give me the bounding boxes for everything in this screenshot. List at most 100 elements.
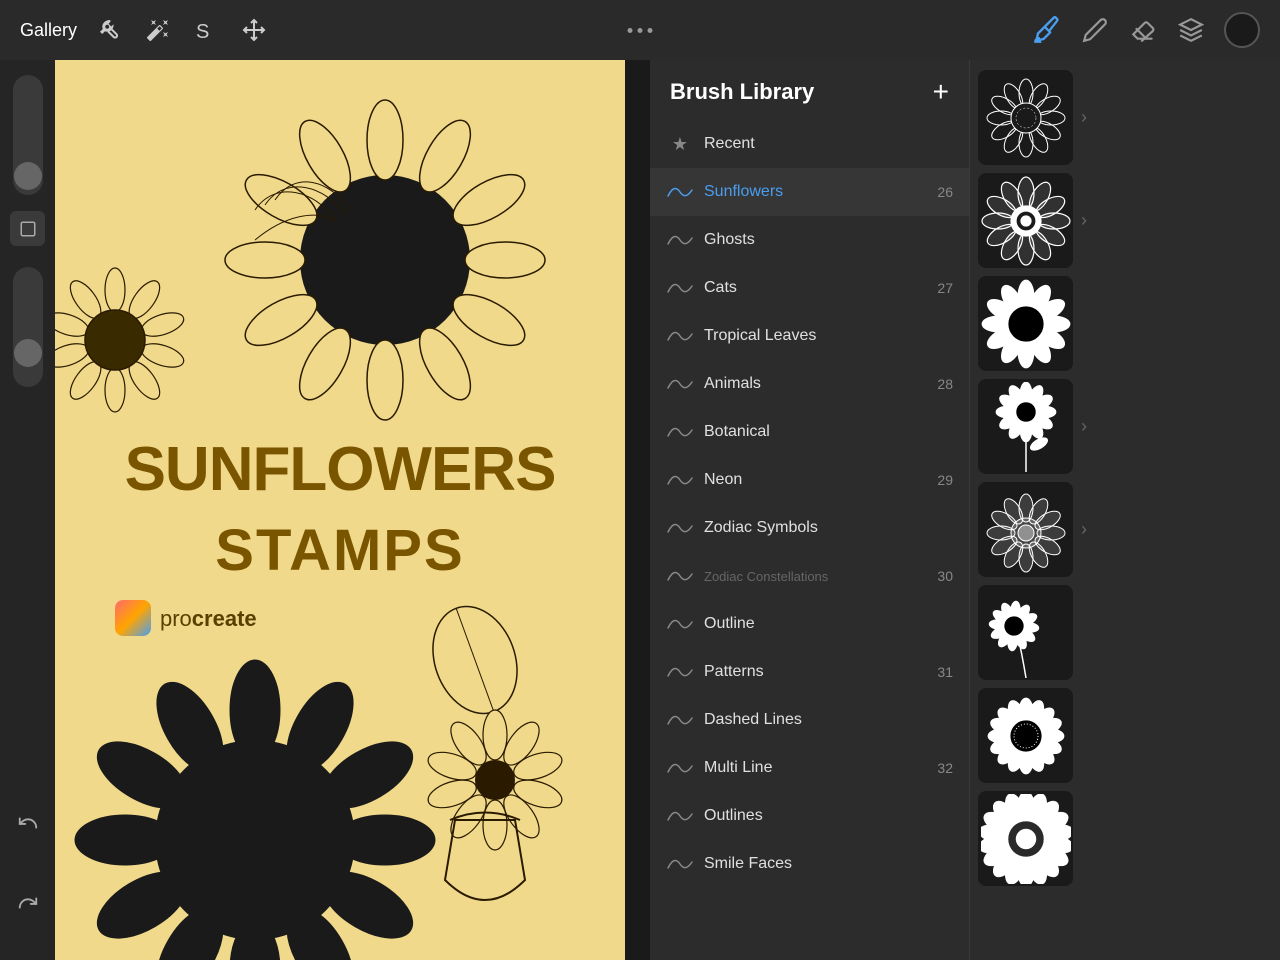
toolbar-center: [628, 28, 653, 33]
redo-button[interactable]: [10, 885, 45, 920]
canvas-content: SUNFLOWERS STAMPS procreate: [55, 60, 625, 960]
brush-item-icon-outlines: [666, 802, 694, 830]
brush-count: 28: [937, 376, 953, 392]
stroke-icon: [666, 326, 694, 346]
brush-item-icon-botanical: [666, 418, 694, 446]
brush-count: 32: [937, 760, 953, 776]
stroke-icon: [666, 854, 694, 874]
brush-item-patterns[interactable]: Patterns 31: [650, 648, 969, 696]
stroke-icon: [666, 374, 694, 394]
brush-item-label-multi-line: Multi Line: [704, 759, 953, 777]
brush-item-icon-ghosts: [666, 226, 694, 254]
star-icon: ★: [672, 134, 688, 155]
brush-item-icon-dashed-lines: [666, 706, 694, 734]
preview-item-8: [978, 791, 1272, 886]
brush-item-zodiac-symbols[interactable]: Zodiac Symbols: [650, 504, 969, 552]
brush-item-label-outlines: Outlines: [704, 807, 953, 825]
brush-item-tropical-leaves[interactable]: Tropical Leaves: [650, 312, 969, 360]
brush-item-botanical[interactable]: Botanical: [650, 408, 969, 456]
preview-chevron-4[interactable]: ›: [1081, 416, 1087, 437]
brush-item-label-cats: Cats: [704, 279, 953, 297]
brush-item-label-neon: Neon: [704, 471, 953, 489]
brush-item-recent[interactable]: ★ Recent: [650, 120, 969, 168]
brush-item-outline[interactable]: Outline: [650, 600, 969, 648]
brush-library-header: Brush Library +: [650, 60, 969, 120]
brush-preview-thumb-3[interactable]: [978, 276, 1073, 371]
brush-item-neon[interactable]: Neon 29: [650, 456, 969, 504]
brush-item-cats[interactable]: Cats 27: [650, 264, 969, 312]
magic-icon[interactable]: [143, 15, 173, 45]
brush-preview-thumb-8[interactable]: [978, 791, 1073, 886]
brush-item-outlines[interactable]: Outlines: [650, 792, 969, 840]
brush-tool-icon[interactable]: [1032, 15, 1062, 45]
brush-library-panel: Brush Library + ★ Recent Sunflowers 26 G…: [650, 60, 1280, 960]
preview-item-6: [978, 585, 1272, 680]
toolbar-left: Gallery S: [20, 15, 269, 45]
brush-item-icon-smile-faces: [666, 850, 694, 878]
brush-item-smile-faces[interactable]: Smile Faces: [650, 840, 969, 888]
brush-item-icon-zodiac-constellations: [666, 562, 694, 590]
brush-count: 26: [937, 184, 953, 200]
brush-item-animals[interactable]: Animals 28: [650, 360, 969, 408]
gallery-button[interactable]: Gallery: [20, 20, 77, 41]
brush-preview-thumb-1[interactable]: [978, 70, 1073, 165]
svg-text:SUNFLOWERS: SUNFLOWERS: [125, 435, 556, 504]
canvas-area[interactable]: SUNFLOWERS STAMPS procreate: [55, 60, 625, 960]
brush-count: 29: [937, 472, 953, 488]
preview-chevron-5[interactable]: ›: [1081, 519, 1087, 540]
brush-item-multi-line[interactable]: Multi Line 32: [650, 744, 969, 792]
stroke-icon: [666, 422, 694, 442]
stroke-icon: [666, 806, 694, 826]
brush-item-dashed-lines[interactable]: Dashed Lines: [650, 696, 969, 744]
brush-preview-thumb-7[interactable]: [978, 688, 1073, 783]
brush-preview-thumb-5[interactable]: [978, 482, 1073, 577]
layers-icon[interactable]: [1176, 15, 1206, 45]
brush-item-sunflowers[interactable]: Sunflowers 26: [650, 168, 969, 216]
brush-item-icon-cats: [666, 274, 694, 302]
brush-item-icon-tropical-leaves: [666, 322, 694, 350]
preview-item-5: ›: [978, 482, 1272, 577]
brush-item-icon-zodiac-symbols: [666, 514, 694, 542]
preview-item-1: ›: [978, 70, 1272, 165]
undo-button[interactable]: [10, 805, 45, 840]
brush-library-title: Brush Library: [670, 79, 814, 105]
stroke-icon: [666, 710, 694, 730]
brush-size-slider[interactable]: [13, 75, 43, 195]
pencil-tool-icon[interactable]: [1080, 15, 1110, 45]
brush-item-ghosts[interactable]: Ghosts: [650, 216, 969, 264]
brush-count: 27: [937, 280, 953, 296]
brush-item-label-recent: Recent: [704, 135, 953, 153]
preview-chevron-1[interactable]: ›: [1081, 107, 1087, 128]
opacity-slider[interactable]: [13, 267, 43, 387]
add-brush-button[interactable]: +: [933, 78, 949, 106]
brush-item-label-outline: Outline: [704, 615, 953, 633]
stroke-icon: [666, 278, 694, 298]
brush-item-label-botanical: Botanical: [704, 423, 953, 441]
brush-preview-thumb-6[interactable]: [978, 585, 1073, 680]
brush-item-label-tropical-leaves: Tropical Leaves: [704, 327, 953, 345]
stroke-icon: [666, 518, 694, 538]
preview-item-7: [978, 688, 1272, 783]
transform-icon[interactable]: [239, 15, 269, 45]
opacity-toggle[interactable]: [10, 211, 45, 246]
brush-count: 30: [937, 568, 953, 584]
smudge-icon[interactable]: S: [191, 15, 221, 45]
wrench-icon[interactable]: [95, 15, 125, 45]
stroke-icon: [666, 614, 694, 634]
brush-list: Brush Library + ★ Recent Sunflowers 26 G…: [650, 60, 970, 960]
preview-chevron-2[interactable]: ›: [1081, 210, 1087, 231]
brush-item-label-zodiac-symbols: Zodiac Symbols: [704, 519, 953, 537]
more-dots[interactable]: [628, 28, 653, 33]
brush-item-icon-sunflowers: [666, 178, 694, 206]
preview-item-4: ›: [978, 379, 1272, 474]
brush-preview-thumb-2[interactable]: [978, 173, 1073, 268]
eraser-tool-icon[interactable]: [1128, 15, 1158, 45]
stroke-icon: [666, 470, 694, 490]
stroke-icon: [666, 566, 694, 586]
brush-item-label-smile-faces: Smile Faces: [704, 855, 953, 873]
brush-item-icon-animals: [666, 370, 694, 398]
stroke-icon: [666, 182, 694, 202]
brush-preview-thumb-4[interactable]: [978, 379, 1073, 474]
color-swatch[interactable]: [1224, 12, 1260, 48]
brush-item-zodiac-constellations[interactable]: Zodiac Constellations 30: [650, 552, 969, 600]
